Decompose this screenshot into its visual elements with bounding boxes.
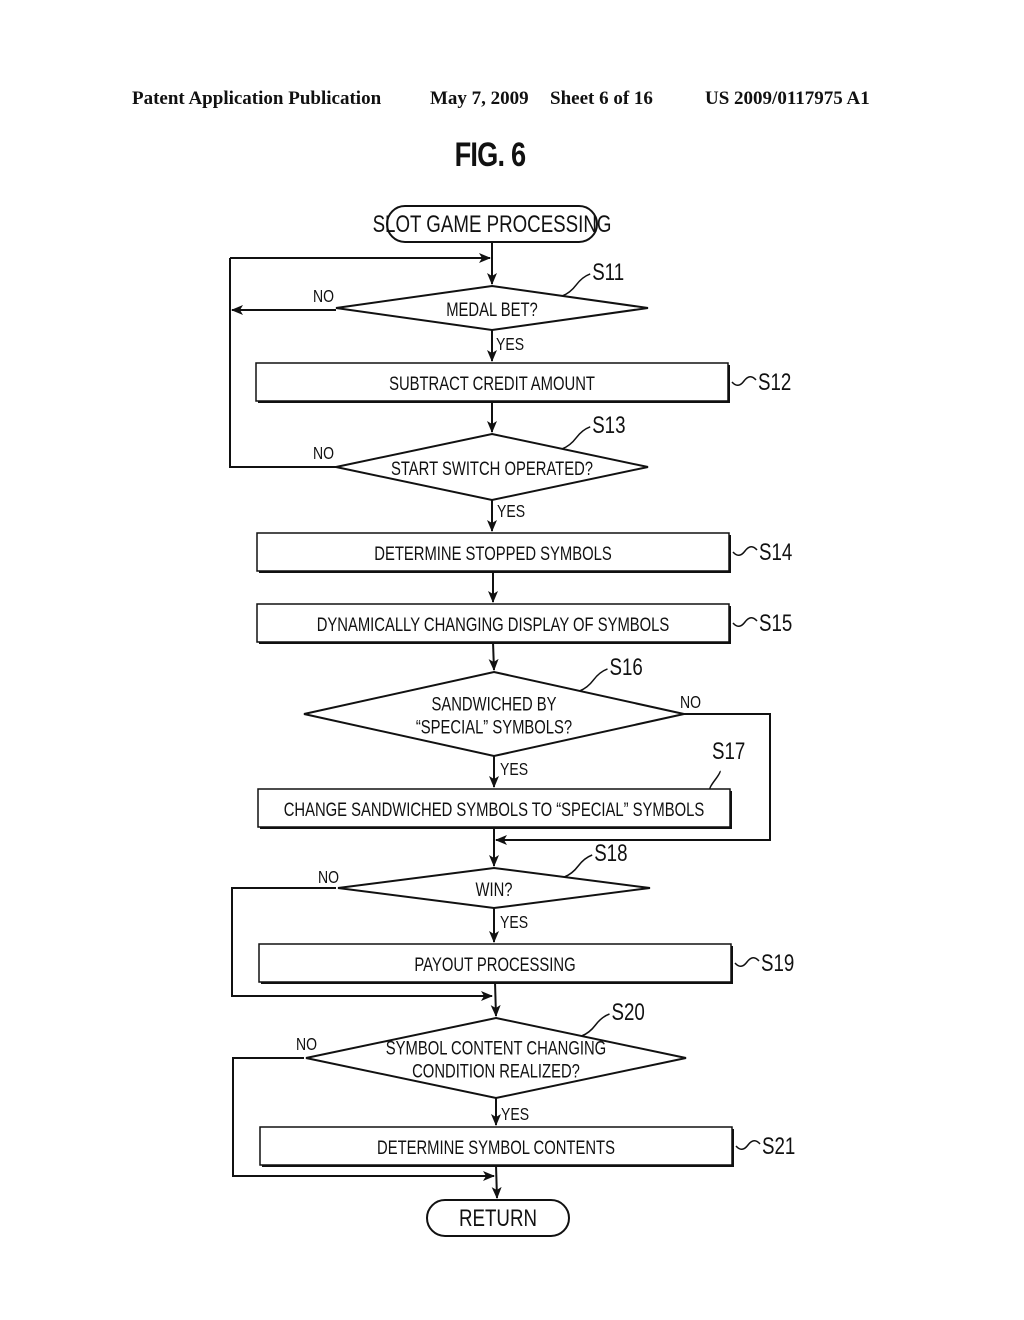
yes-label: YES (500, 912, 528, 932)
yes-label: YES (497, 501, 525, 521)
step-leader-line (709, 770, 721, 790)
decision-label: SANDWICHED BY (432, 694, 557, 715)
step-leader-line (579, 668, 608, 692)
step-leader-line (734, 957, 760, 967)
decision-label: SYMBOL CONTENT CHANGING (386, 1038, 606, 1059)
step-number: S12 (758, 369, 791, 396)
decision-label: “SPECIAL” SYMBOLS? (416, 717, 572, 738)
process-label: PAYOUT PROCESSING (414, 954, 575, 975)
step-leader-line (561, 426, 591, 450)
step-leader-line (732, 546, 758, 556)
step-number: S16 (610, 654, 643, 681)
process-step-s14: DETERMINE STOPPED SYMBOLS S14 (256, 532, 792, 573)
step-number: S19 (761, 950, 794, 977)
step-number: S11 (592, 259, 624, 286)
terminal-label: RETURN (459, 1205, 537, 1232)
step-number: S13 (592, 412, 625, 439)
yes-label: YES (501, 1104, 529, 1124)
step-leader-line (563, 854, 593, 878)
process-step-s19: PAYOUT PROCESSING S19 (258, 943, 794, 984)
process-label: DYNAMICALLY CHANGING DISPLAY OF SYMBOLS (317, 614, 670, 635)
step-leader-line (581, 1013, 610, 1037)
flow-arrow (490, 981, 501, 1017)
decision-label: START SWITCH OPERATED? (391, 458, 593, 479)
flowchart: SLOT GAME PROCESSING RETURN MEDAL BET? S11 S… (229, 205, 795, 1237)
no-label: NO (680, 692, 701, 712)
no-label: NO (313, 286, 334, 306)
step-leader-line (731, 376, 757, 386)
process-step-s21: DETERMINE SYMBOL CONTENTS S21 (259, 1126, 795, 1167)
flow-arrow (488, 641, 499, 671)
decision-label: CONDITION REALIZED? (412, 1061, 580, 1082)
step-number: S20 (611, 999, 644, 1026)
decision-label: MEDAL BET? (446, 299, 538, 320)
step-leader-line (732, 617, 758, 627)
yes-label: YES (500, 759, 528, 779)
decision-label: WIN? (475, 879, 512, 900)
process-label: SUBTRACT CREDIT AMOUNT (389, 373, 595, 394)
process-label: DETERMINE SYMBOL CONTENTS (377, 1137, 615, 1158)
step-number: S18 (594, 840, 627, 867)
no-label: NO (313, 443, 334, 463)
step-leader-line (561, 273, 591, 297)
step-number: S14 (759, 539, 792, 566)
terminal-label: SLOT GAME PROCESSING (373, 211, 612, 238)
step-number: S21 (762, 1133, 795, 1160)
end-terminal: RETURN (426, 1199, 570, 1237)
process-label: DETERMINE STOPPED SYMBOLS (374, 543, 611, 564)
step-leader-line (735, 1140, 761, 1150)
yes-label: YES (496, 334, 524, 354)
no-label: NO (296, 1034, 317, 1054)
flow-arrow (491, 1164, 502, 1199)
process-step-s15: DYNAMICALLY CHANGING DISPLAY OF SYMBOLS S… (256, 603, 792, 644)
process-step-s12: SUBTRACT CREDIT AMOUNT S12 (255, 362, 791, 403)
no-label: NO (318, 867, 339, 887)
step-number: S17 (712, 738, 745, 765)
process-label: CHANGE SANDWICHED SYMBOLS TO “SPECIAL” S… (284, 799, 705, 820)
start-terminal: SLOT GAME PROCESSING (373, 205, 612, 243)
step-number: S15 (759, 610, 792, 637)
